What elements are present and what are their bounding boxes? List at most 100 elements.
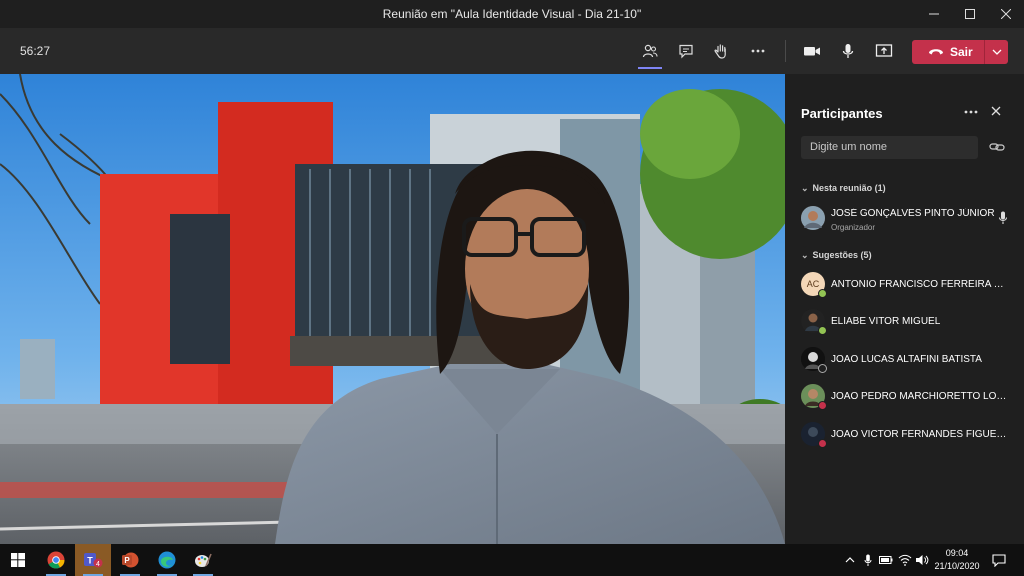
participant-name: JOSÉ GONÇALVES PINTO JÚNIOR [831, 208, 995, 219]
participant-name: JOAO PEDRO MARCHIORETTO LOPES [831, 390, 1009, 402]
action-center-button[interactable] [990, 544, 1008, 576]
leave-options-button[interactable] [985, 40, 1008, 64]
minimize-button[interactable] [916, 0, 952, 28]
hang-up-icon [929, 49, 943, 55]
presence-available-icon [818, 326, 827, 335]
tray-battery[interactable] [878, 544, 894, 576]
edge-icon [158, 551, 176, 569]
windows-taskbar: T 4 P 09:04 21/10/2020 [0, 544, 1024, 576]
avatar [801, 384, 827, 410]
svg-text:T: T [87, 556, 93, 566]
svg-text:P: P [124, 556, 130, 565]
paint-icon [195, 553, 212, 567]
meeting-toolbar: 56:27 [0, 28, 1024, 74]
participant-name: JOAO LUCAS ALTAFINI BATISTA [831, 353, 982, 365]
suggestions-section-toggle[interactable]: ⌄ Sugestões (5) [801, 250, 872, 261]
avatar [801, 206, 825, 230]
chrome-icon [47, 551, 65, 569]
show-participants-button[interactable] [635, 36, 665, 69]
video-stage [0, 74, 785, 544]
microphone-icon [842, 44, 854, 58]
suggested-participant[interactable]: ELIABE VITOR MIGUEL [801, 308, 1024, 335]
participants-panel: Participantes Digite um nome ⌄ Nesta reun… [785, 74, 1024, 544]
tray-network[interactable] [897, 544, 913, 576]
panel-title: Participantes [801, 106, 883, 121]
participant-name: ANTONIO FRANCISCO FERREIRA CA... [831, 278, 1009, 290]
suggested-participant[interactable]: JOAO LUCAS ALTAFINI BATISTA [801, 346, 1024, 373]
chevron-down-icon: ⌄ [801, 250, 809, 260]
suggestions-label: Sugestões (5) [812, 250, 872, 260]
leave-main[interactable]: Sair [912, 40, 984, 64]
suggested-participant[interactable]: JOAO VICTOR FERNANDES FIGUEIRE... [801, 421, 1024, 448]
participant-role: Organizador [831, 223, 876, 232]
leave-label: Sair [950, 45, 973, 59]
avatar: AC [801, 272, 827, 298]
taskbar-powerpoint[interactable]: P [112, 544, 148, 576]
avatar [801, 309, 827, 335]
avatar [801, 422, 827, 448]
more-icon [751, 49, 765, 53]
close-icon [1001, 9, 1011, 19]
teams-badge-count: 4 [96, 561, 100, 568]
mic-toggle-button[interactable] [833, 36, 863, 66]
background-scene-image [0, 74, 785, 544]
microphone-icon [864, 554, 872, 566]
toolbar-divider [785, 40, 786, 62]
show-hidden-icons-button[interactable] [842, 544, 858, 576]
start-button[interactable] [0, 544, 36, 576]
maximize-button[interactable] [952, 0, 988, 28]
show-chat-button[interactable] [671, 36, 701, 66]
avatar-photo [801, 206, 825, 230]
maximize-icon [965, 9, 975, 19]
presence-busy-icon [818, 439, 827, 448]
teams-icon: T 4 [84, 553, 103, 568]
more-actions-button[interactable] [743, 36, 773, 66]
clock-time: 09:04 [945, 548, 969, 558]
avatar [801, 347, 827, 373]
share-invite-button[interactable] [989, 140, 1005, 154]
leave-button[interactable]: Sair [912, 40, 1008, 64]
taskbar-clock[interactable]: 09:04 21/10/2020 [928, 547, 986, 573]
panel-more-options-button[interactable] [963, 104, 983, 120]
clock-date: 21/10/2020 [934, 561, 980, 571]
chevron-down-icon: ⌄ [801, 183, 809, 193]
chevron-down-icon [992, 49, 1001, 55]
powerpoint-icon: P [122, 552, 139, 568]
in-meeting-section-toggle[interactable]: ⌄ Nesta reunião (1) [801, 183, 886, 194]
hand-icon [714, 44, 726, 59]
presence-available-icon [818, 289, 827, 298]
share-screen-icon [875, 44, 893, 57]
tray-microphone[interactable] [860, 544, 876, 576]
camera-toggle-button[interactable] [797, 36, 827, 66]
share-screen-button[interactable] [869, 36, 899, 66]
taskbar-paint[interactable] [185, 544, 221, 576]
participant-organizer[interactable]: JOSÉ GONÇALVES PINTO JÚNIOR Organizador [801, 205, 1024, 232]
suggested-participant[interactable]: AC ANTONIO FRANCISCO FERREIRA CA... [801, 271, 1024, 298]
taskbar-edge[interactable] [149, 544, 185, 576]
participant-name: JOAO VICTOR FERNANDES FIGUEIRE... [831, 428, 1009, 440]
taskbar-chrome[interactable] [38, 544, 74, 576]
participant-search-input[interactable]: Digite um nome [801, 136, 978, 159]
participant-name: ELIABE VITOR MIGUEL [831, 315, 941, 327]
speaker-icon [916, 555, 929, 565]
participants-icon [642, 44, 658, 58]
chevron-up-icon [845, 557, 855, 563]
panel-close-button[interactable] [989, 104, 1005, 120]
search-placeholder: Digite um nome [810, 141, 888, 153]
microphone-icon [998, 211, 1008, 230]
close-window-button[interactable] [988, 0, 1024, 28]
taskbar-teams[interactable]: T 4 [75, 544, 111, 576]
title-bar: Reunião em "Aula Identidade Visual - Dia… [0, 0, 1024, 28]
windows-logo-icon [11, 553, 25, 567]
close-icon [991, 106, 1001, 116]
battery-icon [879, 556, 893, 564]
camera-icon [804, 47, 820, 56]
chat-icon [679, 44, 693, 59]
minimize-icon [929, 13, 939, 15]
raise-hand-button[interactable] [706, 36, 736, 66]
in-meeting-label: Nesta reunião (1) [812, 183, 886, 193]
window-controls [916, 0, 1024, 28]
suggested-participant[interactable]: JOAO PEDRO MARCHIORETTO LOPES [801, 383, 1024, 410]
presence-offline-icon [818, 364, 827, 373]
wifi-icon [898, 554, 912, 566]
